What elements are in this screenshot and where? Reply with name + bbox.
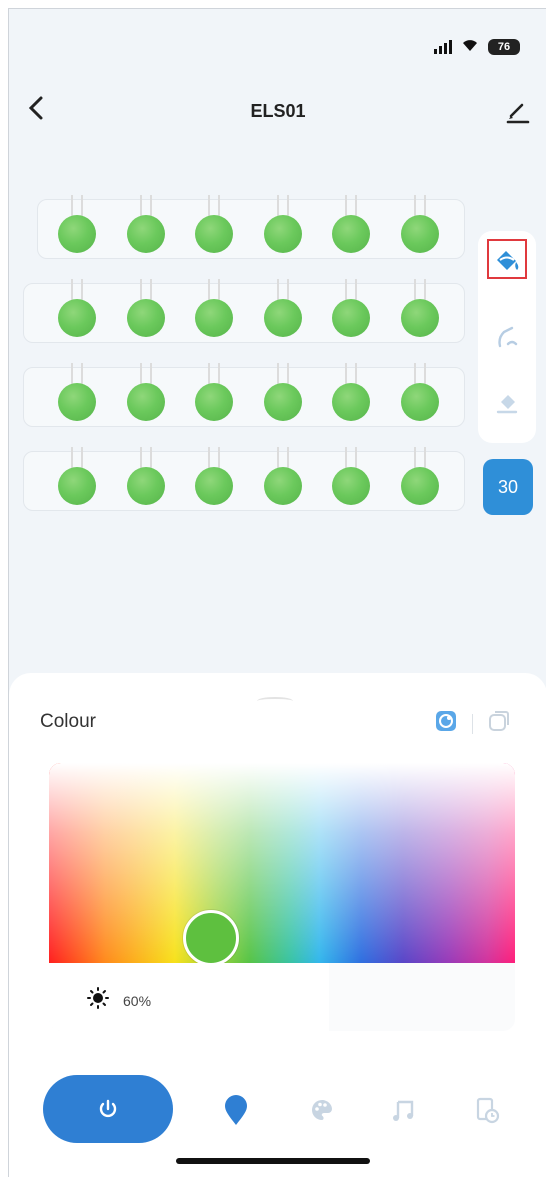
eraser-icon [496,395,518,414]
colour-picker-thumb[interactable] [183,910,239,966]
light-bulb[interactable] [400,195,440,257]
eraser-tool[interactable] [487,381,527,421]
brightness-readout: 60% [87,987,151,1014]
status-bar: 76 [434,39,520,55]
nav-light[interactable] [219,1093,253,1127]
palette-icon [312,1100,332,1120]
pencil-icon [506,103,530,124]
app-screen: 76 ELS01 30 Colour 60% [8,8,546,1177]
light-bulb[interactable] [57,279,97,341]
light-bulb[interactable] [263,363,303,425]
power-button[interactable] [43,1075,173,1143]
music-note-icon [393,1100,414,1121]
colour-spectrum[interactable] [49,763,515,963]
light-bulb[interactable] [331,279,371,341]
light-bulb[interactable] [57,195,97,257]
light-bulb[interactable] [194,279,234,341]
colour-picker-card: 60% [49,763,515,1031]
nav-palette[interactable] [305,1093,339,1127]
brush-icon [498,326,518,348]
colour-wheel-icon[interactable] [434,709,458,738]
colour-section-title: Colour [40,711,96,732]
page-title: ELS01 [250,101,306,121]
brightness-value: 60% [123,992,152,1009]
light-bulb[interactable] [263,447,303,509]
light-bulb[interactable] [194,363,234,425]
nav-music[interactable] [387,1093,421,1127]
light-bulb[interactable] [331,195,371,257]
light-bulb[interactable] [400,279,440,341]
light-bulb[interactable] [126,195,166,257]
brush-tool[interactable] [487,317,527,357]
light-bulb[interactable] [126,447,166,509]
signal-icon [434,40,452,54]
edit-button[interactable] [505,99,531,125]
light-bulb[interactable] [57,447,97,509]
wifi-icon [462,39,478,55]
top-bar: ELS01 [9,87,546,137]
light-bulb[interactable] [126,279,166,341]
light-bulb[interactable] [263,195,303,257]
light-bulb[interactable] [331,363,371,425]
paint-bucket-icon [497,251,519,270]
divider [472,713,473,734]
light-bulb[interactable] [126,363,166,425]
battery-icon: 76 [488,39,520,55]
nav-timer[interactable] [471,1093,505,1127]
light-bulb[interactable] [263,279,303,341]
fill-bucket-tool[interactable] [487,239,527,279]
light-bulb[interactable] [57,363,97,425]
home-indicator[interactable] [176,1158,370,1164]
light-bulb[interactable] [400,447,440,509]
light-bulb[interactable] [331,447,371,509]
sheet-handle[interactable] [257,697,293,705]
colour-mode-switch [434,709,511,738]
light-bulb[interactable] [194,447,234,509]
schedule-icon [476,1097,500,1124]
location-pin-icon [225,1095,247,1125]
light-bulb[interactable] [400,363,440,425]
power-icon [99,1099,117,1118]
light-bulb[interactable] [194,195,234,257]
white-light-icon[interactable] [487,709,511,738]
colour-sheet: Colour 60% [9,673,546,1177]
sun-icon [87,987,109,1014]
light-count-button[interactable]: 30 [483,459,533,515]
paint-tools [478,231,536,443]
